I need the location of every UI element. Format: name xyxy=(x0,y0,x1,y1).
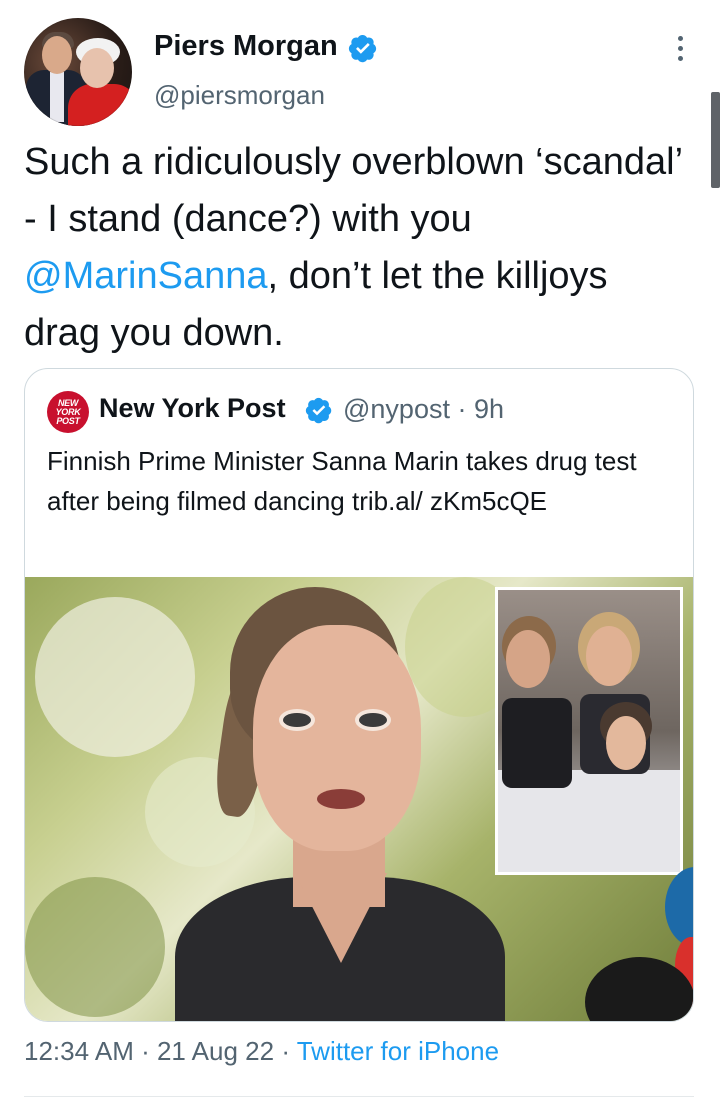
inset-figure-face xyxy=(506,630,550,688)
quoted-tweet-card[interactable]: NEW YORK POST New York Post @nypost · 9h… xyxy=(24,368,694,1022)
figure-eye xyxy=(283,713,311,727)
quoted-tweet-text: Finnish Prime Minister Sanna Marin takes… xyxy=(47,446,637,516)
quoted-author-name[interactable]: New York Post xyxy=(99,393,286,424)
author-name[interactable]: Piers Morgan xyxy=(154,30,338,63)
figure-vneck xyxy=(295,873,387,963)
tweet-text-start: Such a ridiculously overblown ‘scandal’ … xyxy=(24,141,682,240)
microphone-icon xyxy=(665,867,693,947)
bokeh xyxy=(35,597,195,757)
more-options-icon[interactable] xyxy=(668,36,692,66)
quoted-media-image[interactable] xyxy=(25,577,693,1021)
logo-text: NEW YORK POST xyxy=(55,397,81,426)
tweet-date[interactable]: 21 Aug 22 xyxy=(157,1036,274,1066)
inset-photo xyxy=(495,587,683,875)
tweet-time[interactable]: 12:34 AM xyxy=(24,1036,134,1066)
avatar-figure-shirt xyxy=(50,72,64,122)
author-avatar[interactable] xyxy=(24,18,132,126)
separator: · xyxy=(133,1036,157,1066)
verified-badge-icon xyxy=(348,35,377,63)
quoted-handle-time[interactable]: @nypost · 9h xyxy=(343,394,504,425)
author-handle[interactable]: @piersmorgan xyxy=(154,80,325,111)
nypost-logo-icon[interactable]: NEW YORK POST xyxy=(47,391,89,433)
tweet-text: Such a ridiculously overblown ‘scandal’ … xyxy=(24,134,694,362)
inset-figure-top xyxy=(502,698,572,788)
dot xyxy=(677,36,683,41)
inset-figure-face xyxy=(606,716,646,770)
figure-mouth xyxy=(317,789,365,809)
tweet-metadata: 12:34 AM · 21 Aug 22 · Twitter for iPhon… xyxy=(24,1036,499,1067)
separator: · xyxy=(274,1036,297,1066)
avatar-figure-dress xyxy=(68,84,132,126)
inset-figure-face xyxy=(586,626,632,686)
mention-link[interactable]: @MarinSanna xyxy=(24,255,267,297)
scrollbar[interactable] xyxy=(711,92,720,188)
verified-badge-icon xyxy=(305,397,332,424)
figure-eye xyxy=(359,713,387,727)
avatar-figure-face-2 xyxy=(80,48,114,88)
figure-face xyxy=(253,625,421,851)
bokeh xyxy=(25,877,165,1017)
tweet-source-link[interactable]: Twitter for iPhone xyxy=(297,1036,499,1066)
divider xyxy=(24,1096,694,1097)
avatar-figure-face xyxy=(42,36,72,74)
dot xyxy=(677,46,683,51)
dot xyxy=(677,56,683,61)
